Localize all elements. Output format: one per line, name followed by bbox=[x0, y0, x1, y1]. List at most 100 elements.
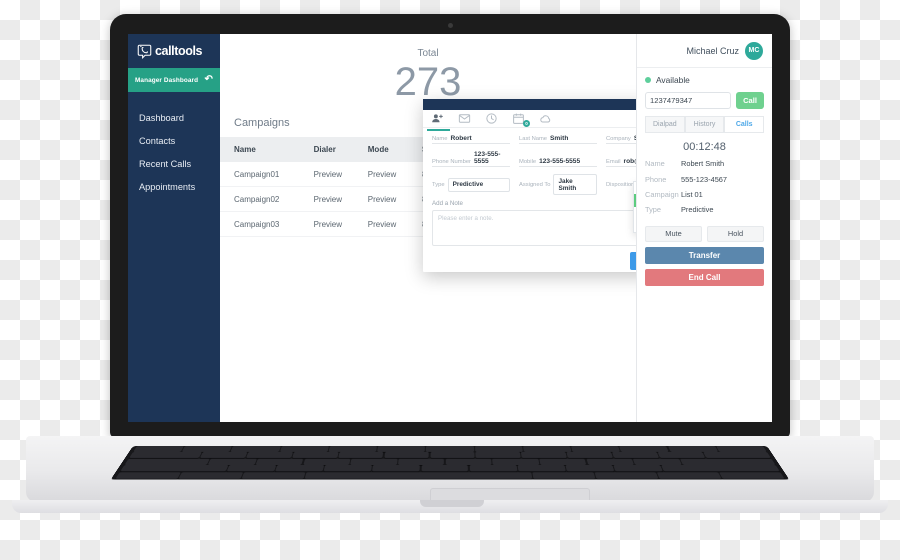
dial-input[interactable] bbox=[645, 92, 732, 109]
sidebar-item-contacts[interactable]: Contacts bbox=[128, 129, 220, 152]
modal-title-bar: – ✕ bbox=[423, 99, 636, 110]
mobile-field[interactable]: Mobile 123-555-5555 bbox=[519, 151, 597, 167]
phone-number-field[interactable]: Phone Number 123-555-5555 bbox=[432, 151, 510, 167]
company-field[interactable]: Company Solar Co bbox=[606, 135, 636, 144]
return-arrow-icon[interactable]: ↶ bbox=[205, 75, 213, 85]
detail-type-label: Type bbox=[645, 205, 662, 215]
call-panel-tabs: Dialpad History Calls bbox=[645, 116, 765, 133]
laptop-lid: calltools Manager Dashboard ↶ Dashboard … bbox=[110, 14, 790, 438]
dropdown-option-not-interested[interactable]: Not Interested bbox=[634, 219, 636, 231]
calendar-icon[interactable]: 0 bbox=[512, 112, 530, 127]
keyboard-key bbox=[703, 452, 772, 459]
keyboard-key bbox=[426, 446, 474, 452]
cell-dialer: Preview bbox=[307, 186, 362, 212]
dial-row: Call bbox=[645, 92, 764, 109]
keyboard-key bbox=[372, 465, 421, 472]
column-header-mode[interactable]: Mode bbox=[361, 137, 416, 162]
brand-logo[interactable]: calltools bbox=[128, 34, 220, 68]
cloud-icon[interactable] bbox=[539, 112, 552, 125]
disposition-field[interactable]: Disposition Sale Made bbox=[606, 178, 636, 192]
keyboard-key bbox=[279, 446, 329, 452]
keyboard-row bbox=[128, 452, 772, 459]
first-name-field[interactable]: Name Robert bbox=[432, 135, 510, 144]
main-content: Total 273 Campaigns Name Dialer Mode Sta… bbox=[220, 34, 636, 422]
sidebar-item-appointments[interactable]: Appointments bbox=[128, 175, 220, 198]
note-textarea[interactable]: Please enter a note. bbox=[432, 210, 636, 246]
add-contact-icon[interactable] bbox=[427, 112, 450, 131]
detail-type-value: Predictive bbox=[681, 205, 714, 215]
avatar[interactable]: MC bbox=[745, 41, 763, 60]
keyboard-key bbox=[492, 458, 540, 465]
status-badge[interactable]: Available bbox=[645, 75, 764, 85]
keyboard-key bbox=[667, 446, 719, 452]
form-row-1: Name Robert Last Name Smith Company Sola… bbox=[432, 135, 636, 144]
keyboard-key bbox=[337, 452, 384, 459]
calltools-application: calltools Manager Dashboard ↶ Dashboard … bbox=[128, 34, 772, 422]
phone-number-label: Phone Number bbox=[432, 159, 471, 165]
keyboard-key bbox=[469, 465, 517, 472]
keyboard-key bbox=[226, 465, 277, 472]
clock-icon[interactable] bbox=[485, 112, 498, 125]
detail-phone-value: 555-123-4567 bbox=[681, 174, 728, 184]
column-header-name[interactable]: Name bbox=[220, 137, 308, 162]
keyboard-key bbox=[199, 452, 248, 459]
call-timer: 00:12:48 bbox=[683, 141, 726, 153]
email-field[interactable]: Email rob@solarco.com bbox=[606, 151, 636, 167]
mute-button[interactable]: Mute bbox=[645, 225, 702, 242]
manager-dashboard-label: Manager Dashboard bbox=[135, 76, 199, 84]
last-name-value: Smith bbox=[550, 135, 569, 142]
first-name-value: Robert bbox=[450, 135, 472, 142]
transfer-button[interactable]: Transfer bbox=[645, 246, 764, 264]
save-button[interactable]: Save bbox=[630, 252, 636, 270]
phone-number-value: 123-555-5555 bbox=[474, 151, 501, 165]
tab-dialpad[interactable]: Dialpad bbox=[645, 116, 685, 132]
last-name-field[interactable]: Last Name Smith bbox=[519, 135, 597, 144]
keyboard-key bbox=[715, 446, 767, 452]
keyboard-key bbox=[719, 471, 785, 479]
keyboard-key bbox=[181, 446, 233, 452]
dropdown-option-trial[interactable]: Trial bbox=[634, 182, 636, 194]
keyboard-key bbox=[594, 471, 659, 479]
sidebar-item-label: Contacts bbox=[139, 135, 176, 146]
detail-name-value: Robert Smith bbox=[681, 159, 725, 169]
laptop-front-notch bbox=[420, 500, 484, 507]
tab-history[interactable]: History bbox=[684, 116, 725, 132]
mail-icon[interactable] bbox=[458, 112, 471, 125]
keyboard-key bbox=[421, 465, 469, 472]
user-name: Michael Cruz bbox=[686, 45, 739, 56]
keyboard-key bbox=[208, 458, 257, 465]
company-label: Company bbox=[606, 136, 631, 142]
laptop-screen: calltools Manager Dashboard ↶ Dashboard … bbox=[128, 34, 772, 422]
keyboard bbox=[110, 446, 790, 480]
sidebar-item-label: Dashboard bbox=[139, 112, 184, 123]
sidebar-item-dashboard[interactable]: Dashboard bbox=[128, 106, 220, 129]
detail-name: Name Robert Smith bbox=[645, 156, 764, 171]
keyboard-key bbox=[661, 465, 780, 472]
column-header-dialer[interactable]: Dialer bbox=[307, 137, 362, 162]
keyboard-key bbox=[612, 452, 660, 459]
assigned-to-field[interactable]: Assigned To Jake Smith bbox=[519, 174, 597, 195]
sidebar-item-recent-calls[interactable]: Recent Calls bbox=[128, 152, 220, 175]
type-field[interactable]: Type Predictive bbox=[432, 177, 510, 192]
keyboard-key bbox=[133, 446, 185, 452]
detail-phone: Phone 555-123-4567 bbox=[645, 171, 764, 186]
keyboard-key bbox=[539, 458, 587, 465]
hold-button[interactable]: Hold bbox=[707, 225, 764, 242]
tab-calls[interactable]: Calls bbox=[724, 116, 765, 132]
keyboard-key bbox=[377, 446, 426, 452]
logo-text: calltools bbox=[155, 44, 203, 58]
cell-dialer: Preview bbox=[307, 162, 362, 187]
email-value: rob@solarco.com bbox=[623, 158, 637, 165]
detail-campaign-label: Campaign bbox=[645, 189, 679, 199]
sidebar-nav: Dashboard Contacts Recent Calls Appointm… bbox=[128, 92, 220, 198]
disposition-label: Disposition bbox=[606, 181, 635, 188]
manager-dashboard-banner[interactable]: Manager Dashboard ↶ bbox=[128, 68, 220, 92]
dropdown-option-voicemail[interactable]: Voicemail bbox=[634, 207, 636, 219]
call-button[interactable]: Call bbox=[736, 92, 764, 109]
user-header[interactable]: Michael Cruz MC bbox=[637, 34, 772, 68]
call-panel: Michael Cruz MC Available Call bbox=[636, 34, 772, 422]
keyboard-row bbox=[124, 458, 776, 465]
modal-form: Name Robert Last Name Smith Company Sola… bbox=[423, 128, 636, 270]
dropdown-option-sale-made[interactable]: Sale Made bbox=[634, 194, 636, 207]
end-call-button[interactable]: End Call bbox=[645, 268, 764, 286]
